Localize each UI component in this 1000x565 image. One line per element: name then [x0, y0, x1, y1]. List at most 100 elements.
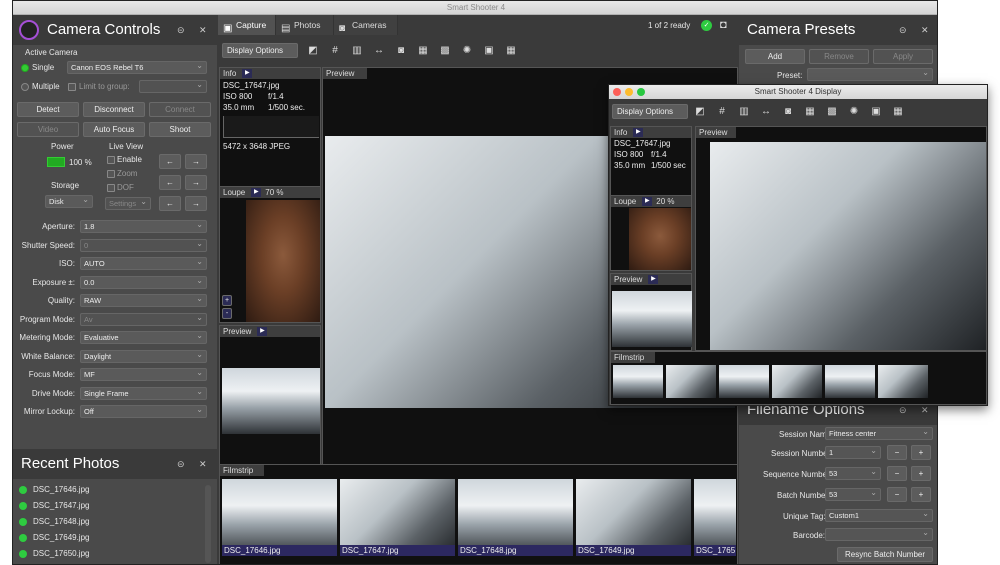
small-preview-play-icon[interactable]: ▶	[257, 327, 268, 337]
crop-icon[interactable]: ▣	[483, 45, 495, 57]
display-filmstrip-thumb[interactable]	[666, 365, 716, 398]
recent-scrollbar[interactable]	[205, 485, 211, 563]
limit-group-checkbox[interactable]	[68, 83, 76, 91]
sequence-number-field[interactable]: 53	[825, 467, 881, 480]
zoom-checkbox[interactable]	[107, 170, 115, 178]
arrow-right-button-3[interactable]: →	[185, 196, 207, 211]
display-loupe-play-icon[interactable]: ▶	[642, 197, 653, 207]
batch-minus-button[interactable]: −	[887, 487, 907, 502]
display-filmstrip-thumb[interactable]	[613, 365, 663, 398]
dof-checkbox[interactable]	[107, 184, 115, 192]
brightness-icon[interactable]: ✺	[461, 45, 473, 57]
checker-icon[interactable]: ▩	[826, 106, 838, 118]
preset-select[interactable]	[807, 68, 933, 81]
filmstrip-thumb[interactable]	[222, 479, 337, 555]
display-filmstrip-thumb[interactable]	[772, 365, 822, 398]
camera-icon[interactable]: ◙	[395, 45, 407, 57]
video-button[interactable]: Video	[17, 122, 79, 137]
remove-preset-button[interactable]: Remove	[809, 49, 869, 64]
focus-points-icon[interactable]: ▦	[417, 45, 429, 57]
enable-checkbox[interactable]	[107, 156, 115, 164]
session-name-field[interactable]: Fitness center	[825, 427, 933, 440]
camera-icon[interactable]: ◙	[782, 106, 794, 118]
presets-options-icon[interactable]: ⊝	[899, 15, 907, 45]
loupe-play-icon[interactable]: ▶	[251, 188, 262, 198]
camera-select[interactable]: Canon EOS Rebel T6	[67, 61, 207, 74]
tab-photos[interactable]: ▤ Photos	[276, 15, 334, 35]
grid-icon[interactable]: #	[329, 45, 341, 57]
recent-photo-item[interactable]: DSC_17650.jpg	[33, 549, 89, 558]
display-options-button[interactable]: Display Options	[222, 43, 298, 58]
tab-capture[interactable]: ▣ Capture	[218, 15, 276, 35]
checker-icon[interactable]: ▩	[439, 45, 451, 57]
sequence-plus-button[interactable]: +	[911, 466, 931, 481]
setting-select[interactable]: 1.8	[80, 220, 207, 233]
info-play-icon[interactable]: ▶	[242, 69, 253, 79]
detect-button[interactable]: Detect	[17, 102, 79, 117]
batch-plus-button[interactable]: +	[911, 487, 931, 502]
display-small-preview-play-icon[interactable]: ▶	[648, 275, 659, 285]
resync-batch-button[interactable]: Resync Batch Number	[837, 547, 933, 562]
setting-select[interactable]: 0.0	[80, 275, 207, 289]
setting-select[interactable]: 0	[80, 238, 207, 252]
setting-select[interactable]: Single Frame	[80, 386, 207, 400]
setting-select[interactable]: Off	[80, 405, 207, 418]
session-plus-button[interactable]: +	[911, 445, 931, 460]
apply-preset-button[interactable]: Apply	[873, 49, 933, 64]
liveview-settings-select[interactable]: Settings	[105, 197, 151, 210]
sequence-minus-button[interactable]: −	[887, 466, 907, 481]
panel-options-icon[interactable]: ⊝	[177, 15, 185, 45]
brightness-icon[interactable]: ✺	[848, 106, 860, 118]
setting-select[interactable]: Evaluative	[80, 331, 207, 344]
setting-select[interactable]: Daylight	[80, 349, 207, 363]
session-number-field[interactable]: 1	[825, 446, 881, 459]
barcode-field[interactable]	[825, 528, 933, 541]
setting-select[interactable]: RAW	[80, 294, 207, 307]
loupe-zoom-in-button[interactable]: +	[222, 295, 232, 306]
filmstrip-thumb[interactable]	[340, 479, 455, 555]
single-radio[interactable]	[21, 64, 29, 72]
recent-close-icon[interactable]: ✕	[199, 449, 207, 479]
contrast-icon[interactable]: ◩	[307, 45, 319, 57]
disconnect-button[interactable]: Disconnect	[83, 102, 145, 117]
batch-number-field[interactable]: 53	[825, 488, 881, 501]
setting-select[interactable]: Av	[80, 312, 207, 326]
connect-button[interactable]: Connect	[149, 102, 211, 117]
filmstrip-thumb[interactable]	[576, 479, 691, 555]
group-select[interactable]	[139, 80, 207, 93]
display-filmstrip-thumb[interactable]	[825, 365, 875, 398]
recent-options-icon[interactable]: ⊝	[177, 449, 185, 479]
add-preset-button[interactable]: Add	[745, 49, 805, 64]
snapshot-camera-icon[interactable]: ◘	[720, 19, 727, 31]
recent-photo-item[interactable]: DSC_17646.jpg	[33, 485, 89, 494]
setting-select[interactable]: AUTO	[80, 257, 207, 270]
filmstrip-thumb[interactable]	[458, 479, 573, 555]
fit-width-icon[interactable]: ↔	[760, 106, 772, 118]
recent-photo-item[interactable]: DSC_17649.jpg	[33, 533, 89, 542]
focus-points-icon[interactable]: ▦	[804, 106, 816, 118]
arrow-left-button-3[interactable]: ←	[159, 196, 181, 211]
arrow-left-button-2[interactable]: ←	[159, 175, 181, 190]
qr-code-icon[interactable]: ▦	[505, 45, 517, 57]
recent-photo-item[interactable]: DSC_17648.jpg	[33, 517, 89, 526]
grid-icon[interactable]: #	[716, 106, 728, 118]
filmstrip-thumb[interactable]	[694, 479, 736, 555]
display-options-button-2[interactable]: Display Options	[612, 104, 688, 119]
arrow-right-button-2[interactable]: →	[185, 175, 207, 190]
display-info-play-icon[interactable]: ▶	[633, 128, 644, 138]
arrow-right-button-1[interactable]: →	[185, 154, 207, 169]
autofocus-button[interactable]: Auto Focus	[83, 122, 145, 137]
presets-close-icon[interactable]: ✕	[921, 15, 929, 45]
recent-photo-item[interactable]: DSC_17647.jpg	[33, 501, 89, 510]
histogram-icon[interactable]: ▥	[351, 45, 363, 57]
loupe-zoom-out-button[interactable]: -	[222, 308, 232, 319]
shoot-button[interactable]: Shoot	[149, 122, 211, 137]
setting-select[interactable]: MF	[80, 368, 207, 381]
display-filmstrip-thumb[interactable]	[878, 365, 928, 398]
unique-tag-field[interactable]: Custom1	[825, 509, 933, 522]
minimize-dot-icon[interactable]	[625, 88, 633, 96]
qr-code-icon[interactable]: ▦	[892, 106, 904, 118]
maximize-dot-icon[interactable]	[637, 88, 645, 96]
storage-select[interactable]: Disk	[45, 195, 93, 208]
histogram-icon[interactable]: ▥	[738, 106, 750, 118]
